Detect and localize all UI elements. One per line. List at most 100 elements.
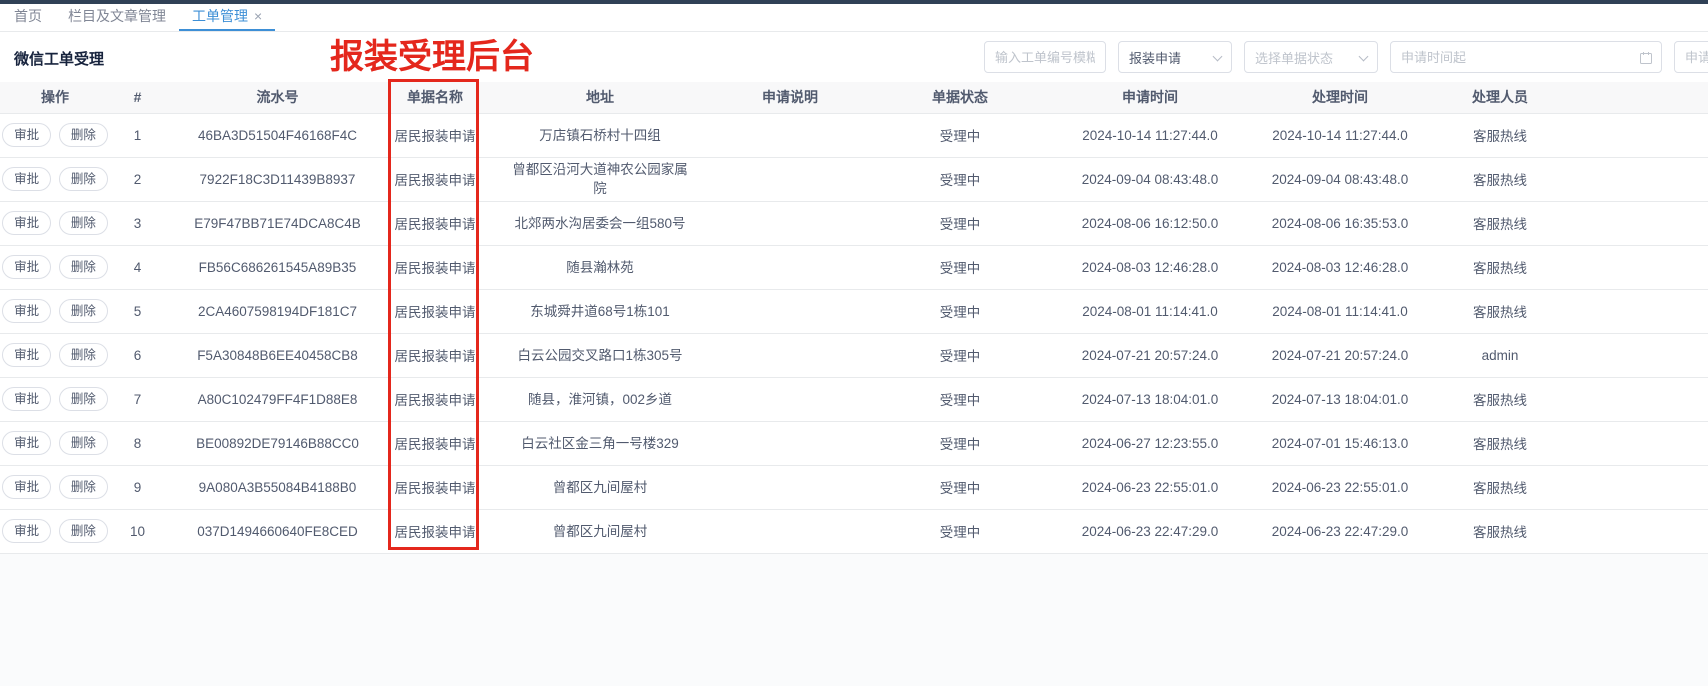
table-row: 审批 删除 2 7922F18C3D11439B8937 居民报装申请 曾都区沿… — [0, 157, 1708, 201]
cell-index: 8 — [110, 421, 165, 465]
cell-description — [720, 333, 860, 377]
cell-address: 随县，淮河镇，002乡道 — [480, 377, 720, 421]
doc-status-select-placeholder: 选择单据状态 — [1255, 48, 1333, 67]
address-text: 随县，淮河镇，002乡道 — [528, 390, 672, 409]
delete-button[interactable]: 删除 — [59, 475, 108, 500]
delete-button[interactable]: 删除 — [59, 211, 108, 236]
cell-index: 7 — [110, 377, 165, 421]
address-text: 曾都区沿河大道神农公园家属院 — [506, 160, 694, 198]
cell-index: 9 — [110, 465, 165, 509]
cell-filler — [1560, 201, 1708, 245]
cell-index: 5 — [110, 289, 165, 333]
doc-type-select[interactable]: 报装申请 — [1118, 41, 1232, 73]
apply-date-from-input[interactable] — [1391, 42, 1661, 72]
cell-operation: 审批 删除 — [0, 465, 110, 509]
col-address: 地址 — [480, 82, 720, 113]
cell-process-time: 2024-08-01 11:14:41.0 — [1240, 289, 1440, 333]
close-icon[interactable]: × — [254, 9, 262, 23]
approve-button[interactable]: 审批 — [2, 123, 51, 148]
cell-index: 1 — [110, 113, 165, 157]
cell-apply-time: 2024-07-21 20:57:24.0 — [1060, 333, 1240, 377]
approve-button[interactable]: 审批 — [2, 167, 51, 192]
col-status: 单据状态 — [860, 82, 1060, 113]
cell-filler — [1560, 289, 1708, 333]
cell-handler: 客服热线 — [1440, 509, 1560, 553]
col-operation: 操作 — [0, 82, 110, 113]
cell-doc-name: 居民报装申请 — [390, 289, 480, 333]
cell-serial: 037D1494660640FE8CED — [165, 509, 390, 553]
approve-button[interactable]: 审批 — [2, 299, 51, 324]
cell-address: 随县瀚林苑 — [480, 245, 720, 289]
order-search-input[interactable] — [985, 42, 1105, 72]
cell-filler — [1560, 157, 1708, 201]
cell-description — [720, 421, 860, 465]
delete-button[interactable]: 删除 — [59, 299, 108, 324]
tab-home[interactable]: 首页 — [1, 3, 55, 31]
cell-apply-time: 2024-08-01 11:14:41.0 — [1060, 289, 1240, 333]
filter-bar: 报装申请 选择单据状态 — [984, 41, 1708, 73]
cell-description — [720, 201, 860, 245]
cell-status: 受理中 — [860, 377, 1060, 421]
approve-button[interactable]: 审批 — [2, 255, 51, 280]
tab-work-order[interactable]: 工单管理 × — [179, 3, 275, 31]
apply-date-to-input[interactable] — [1675, 42, 1708, 72]
table-row: 审批 删除 1 46BA3D51504F46168F4C 居民报装申请 万店镇石… — [0, 113, 1708, 157]
cell-address: 白云公园交叉路口1栋305号 — [480, 333, 720, 377]
tab-article-management-label: 栏目及文章管理 — [68, 6, 166, 26]
tab-home-label: 首页 — [14, 6, 42, 26]
cell-status: 受理中 — [860, 201, 1060, 245]
cell-apply-time: 2024-06-23 22:55:01.0 — [1060, 465, 1240, 509]
cell-doc-name: 居民报装申请 — [390, 421, 480, 465]
cell-operation: 审批 删除 — [0, 421, 110, 465]
cell-doc-name: 居民报装申请 — [390, 245, 480, 289]
delete-button[interactable]: 删除 — [59, 343, 108, 368]
cell-apply-time: 2024-08-03 12:46:28.0 — [1060, 245, 1240, 289]
table-header: 操作 # 流水号 单据名称 地址 申请说明 单据状态 申请时间 处理时间 处理人… — [0, 82, 1708, 113]
delete-button[interactable]: 删除 — [59, 123, 108, 148]
table-body: 审批 删除 1 46BA3D51504F46168F4C 居民报装申请 万店镇石… — [0, 113, 1708, 553]
delete-button[interactable]: 删除 — [59, 387, 108, 412]
approve-button[interactable]: 审批 — [2, 431, 51, 456]
delete-button[interactable]: 删除 — [59, 167, 108, 192]
cell-description — [720, 509, 860, 553]
cell-handler: 客服热线 — [1440, 201, 1560, 245]
col-doc-name: 单据名称 — [390, 82, 480, 113]
cell-apply-time: 2024-09-04 08:43:48.0 — [1060, 157, 1240, 201]
cell-process-time: 2024-08-03 12:46:28.0 — [1240, 245, 1440, 289]
approve-button[interactable]: 审批 — [2, 387, 51, 412]
col-description: 申请说明 — [720, 82, 860, 113]
page-header: 微信工单受理 报装申请 选择单据状态 — [0, 32, 1708, 82]
cell-process-time: 2024-06-23 22:47:29.0 — [1240, 509, 1440, 553]
table-row: 审批 删除 9 9A080A3B55084B4188B0 居民报装申请 曾都区九… — [0, 465, 1708, 509]
cell-process-time: 2024-07-01 15:46:13.0 — [1240, 421, 1440, 465]
approve-button[interactable]: 审批 — [2, 519, 51, 544]
approve-button[interactable]: 审批 — [2, 475, 51, 500]
cell-apply-time: 2024-08-06 16:12:50.0 — [1060, 201, 1240, 245]
tab-article-management[interactable]: 栏目及文章管理 — [55, 3, 179, 31]
doc-type-select-value: 报装申请 — [1129, 48, 1181, 67]
cell-index: 3 — [110, 201, 165, 245]
cell-address: 曾都区九间屋村 — [480, 509, 720, 553]
page-title: 微信工单受理 — [14, 48, 104, 69]
cell-process-time: 2024-07-13 18:04:01.0 — [1240, 377, 1440, 421]
address-text: 白云社区金三角一号楼329 — [521, 434, 679, 453]
cell-operation: 审批 删除 — [0, 201, 110, 245]
cell-operation: 审批 删除 — [0, 113, 110, 157]
cell-status: 受理中 — [860, 157, 1060, 201]
tab-bar: 首页 栏目及文章管理 工单管理 × — [0, 4, 1708, 32]
doc-status-select[interactable]: 选择单据状态 — [1244, 41, 1378, 73]
cell-process-time: 2024-09-04 08:43:48.0 — [1240, 157, 1440, 201]
table-row: 审批 删除 6 F5A30848B6EE40458CB8 居民报装申请 白云公园… — [0, 333, 1708, 377]
delete-button[interactable]: 删除 — [59, 519, 108, 544]
address-text: 随县瀚林苑 — [566, 258, 634, 277]
approve-button[interactable]: 审批 — [2, 211, 51, 236]
col-handler: 处理人员 — [1440, 82, 1560, 113]
cell-handler: admin — [1440, 333, 1560, 377]
cell-status: 受理中 — [860, 113, 1060, 157]
approve-button[interactable]: 审批 — [2, 343, 51, 368]
cell-apply-time: 2024-07-13 18:04:01.0 — [1060, 377, 1240, 421]
delete-button[interactable]: 删除 — [59, 255, 108, 280]
col-index: # — [110, 82, 165, 113]
delete-button[interactable]: 删除 — [59, 431, 108, 456]
cell-filler — [1560, 421, 1708, 465]
